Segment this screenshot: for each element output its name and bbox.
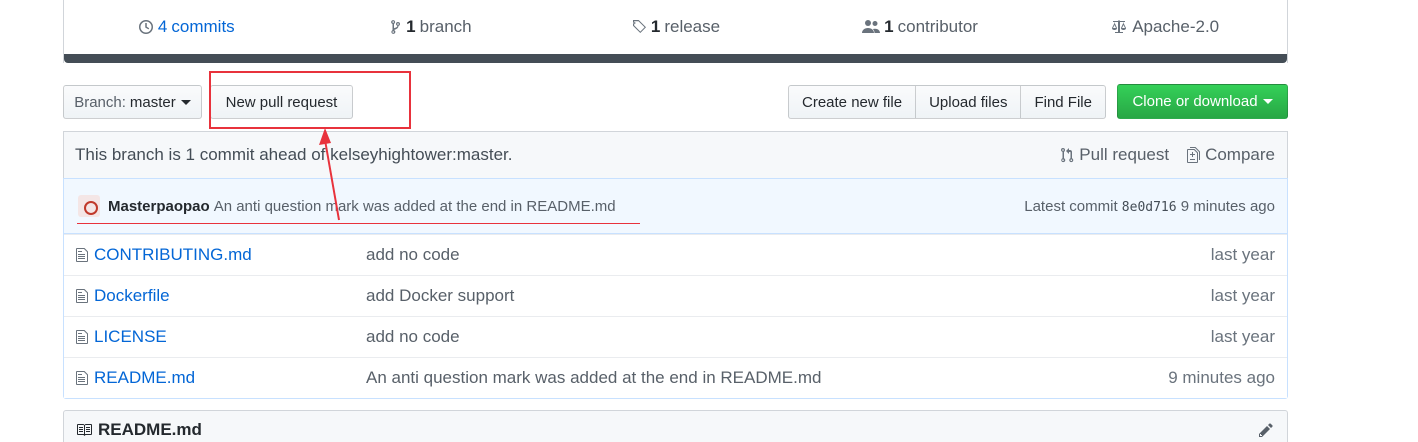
file-age: last year	[1210, 286, 1275, 305]
file-name-link[interactable]: README.md	[94, 368, 195, 388]
file-age: last year	[1210, 327, 1275, 346]
file-icon	[76, 289, 88, 303]
clone-download-button[interactable]: Clone or download	[1117, 84, 1288, 119]
file-diff-icon	[1187, 147, 1201, 163]
file-name-link[interactable]: Dockerfile	[94, 286, 170, 306]
annotation-highlight-box	[209, 71, 411, 129]
history-icon	[138, 20, 153, 34]
latest-commit-prefix: Latest commit	[1024, 197, 1118, 215]
branch-prefix: Branch:	[74, 93, 126, 111]
pull-request-label: Pull request	[1079, 145, 1170, 164]
branch-status-bar: This branch is 1 commit ahead of kelseyh…	[63, 131, 1288, 178]
language-bar[interactable]	[64, 54, 1287, 63]
latest-commit-age: 9 minutes ago	[1180, 197, 1275, 215]
branch-ahead-message: This branch is 1 commit ahead of kelseyh…	[75, 145, 513, 164]
contributor-count: 1	[884, 17, 894, 36]
tag-icon	[632, 20, 646, 33]
license-link[interactable]: Apache-2.0	[1042, 17, 1287, 37]
table-row: CONTRIBUTING.md add no code last year	[64, 234, 1287, 275]
branches-link[interactable]: 1 branch	[309, 17, 554, 37]
avatar[interactable]	[78, 195, 100, 217]
file-icon	[76, 330, 88, 344]
file-table: Masterpaopao An anti question mark was a…	[63, 178, 1288, 399]
file-commit-message-link[interactable]: An anti question mark was added at the e…	[366, 368, 1168, 388]
find-file-button[interactable]: Find File	[1020, 85, 1106, 119]
compare-link[interactable]: Compare	[1187, 145, 1275, 165]
file-name-link[interactable]: CONTRIBUTING.md	[94, 245, 252, 265]
create-new-file-button[interactable]: Create new file	[788, 85, 917, 119]
license-label: Apache-2.0	[1132, 17, 1220, 36]
commits-label: commits	[171, 17, 235, 36]
pull-request-link[interactable]: Pull request	[1061, 145, 1169, 165]
git-branch-icon	[391, 20, 401, 34]
book-icon	[77, 424, 92, 436]
table-row: README.md An anti question mark was adde…	[64, 357, 1287, 398]
law-icon	[1112, 20, 1127, 33]
latest-commit-info: Latest commit 8e0d716 9 minutes ago	[1024, 198, 1275, 215]
file-commit-message-link[interactable]: add no code	[366, 245, 1211, 265]
file-actions-group: Create new file Upload files Find File	[788, 85, 1106, 119]
file-commit-message-link[interactable]: add no code	[366, 327, 1211, 347]
branch-select-button[interactable]: Branch: master	[63, 85, 202, 119]
branch-name: master	[129, 93, 176, 111]
release-count: 1	[650, 17, 661, 36]
contributors-link[interactable]: 1 contributor	[798, 17, 1043, 37]
readme-header: README.md	[63, 410, 1288, 442]
table-row: Dockerfile add Docker support last year	[64, 275, 1287, 316]
file-commit-message-link[interactable]: add Docker support	[366, 286, 1211, 306]
compare-label: Compare	[1205, 145, 1275, 164]
latest-commit-bar: Masterpaopao An anti question mark was a…	[64, 179, 1287, 234]
clone-label: Clone or download	[1132, 93, 1258, 110]
branch-count: 1	[406, 17, 416, 36]
file-name-link[interactable]: LICENSE	[94, 327, 167, 347]
readme-title: README.md	[98, 420, 202, 439]
git-pull-request-icon	[1061, 147, 1074, 163]
people-icon	[862, 20, 881, 33]
file-icon	[76, 248, 88, 262]
file-age: 9 minutes ago	[1168, 368, 1275, 387]
file-age: last year	[1210, 245, 1275, 264]
releases-link[interactable]: 1 release	[553, 17, 798, 37]
contributor-label: contributor	[897, 17, 978, 36]
file-icon	[76, 371, 88, 385]
commits-count: 4	[157, 17, 168, 36]
commit-message-link[interactable]: An anti question mark was added at the e…	[214, 198, 616, 215]
commit-sha-link[interactable]: 8e0d716	[1122, 200, 1177, 215]
pencil-icon[interactable]	[1259, 422, 1275, 438]
table-row: LICENSE add no code last year	[64, 316, 1287, 357]
annotation-underline	[77, 223, 640, 224]
commit-author-link[interactable]: Masterpaopao	[108, 198, 210, 215]
caret-down-icon	[180, 99, 191, 105]
upload-files-button[interactable]: Upload files	[915, 85, 1022, 119]
repo-summary: 4 commits 1 branch 1 release 1 contribut…	[63, 0, 1288, 63]
commits-link[interactable]: 4 commits	[64, 17, 309, 37]
release-label: release	[664, 17, 721, 36]
branch-label: branch	[419, 17, 472, 36]
caret-down-icon	[1262, 99, 1273, 104]
